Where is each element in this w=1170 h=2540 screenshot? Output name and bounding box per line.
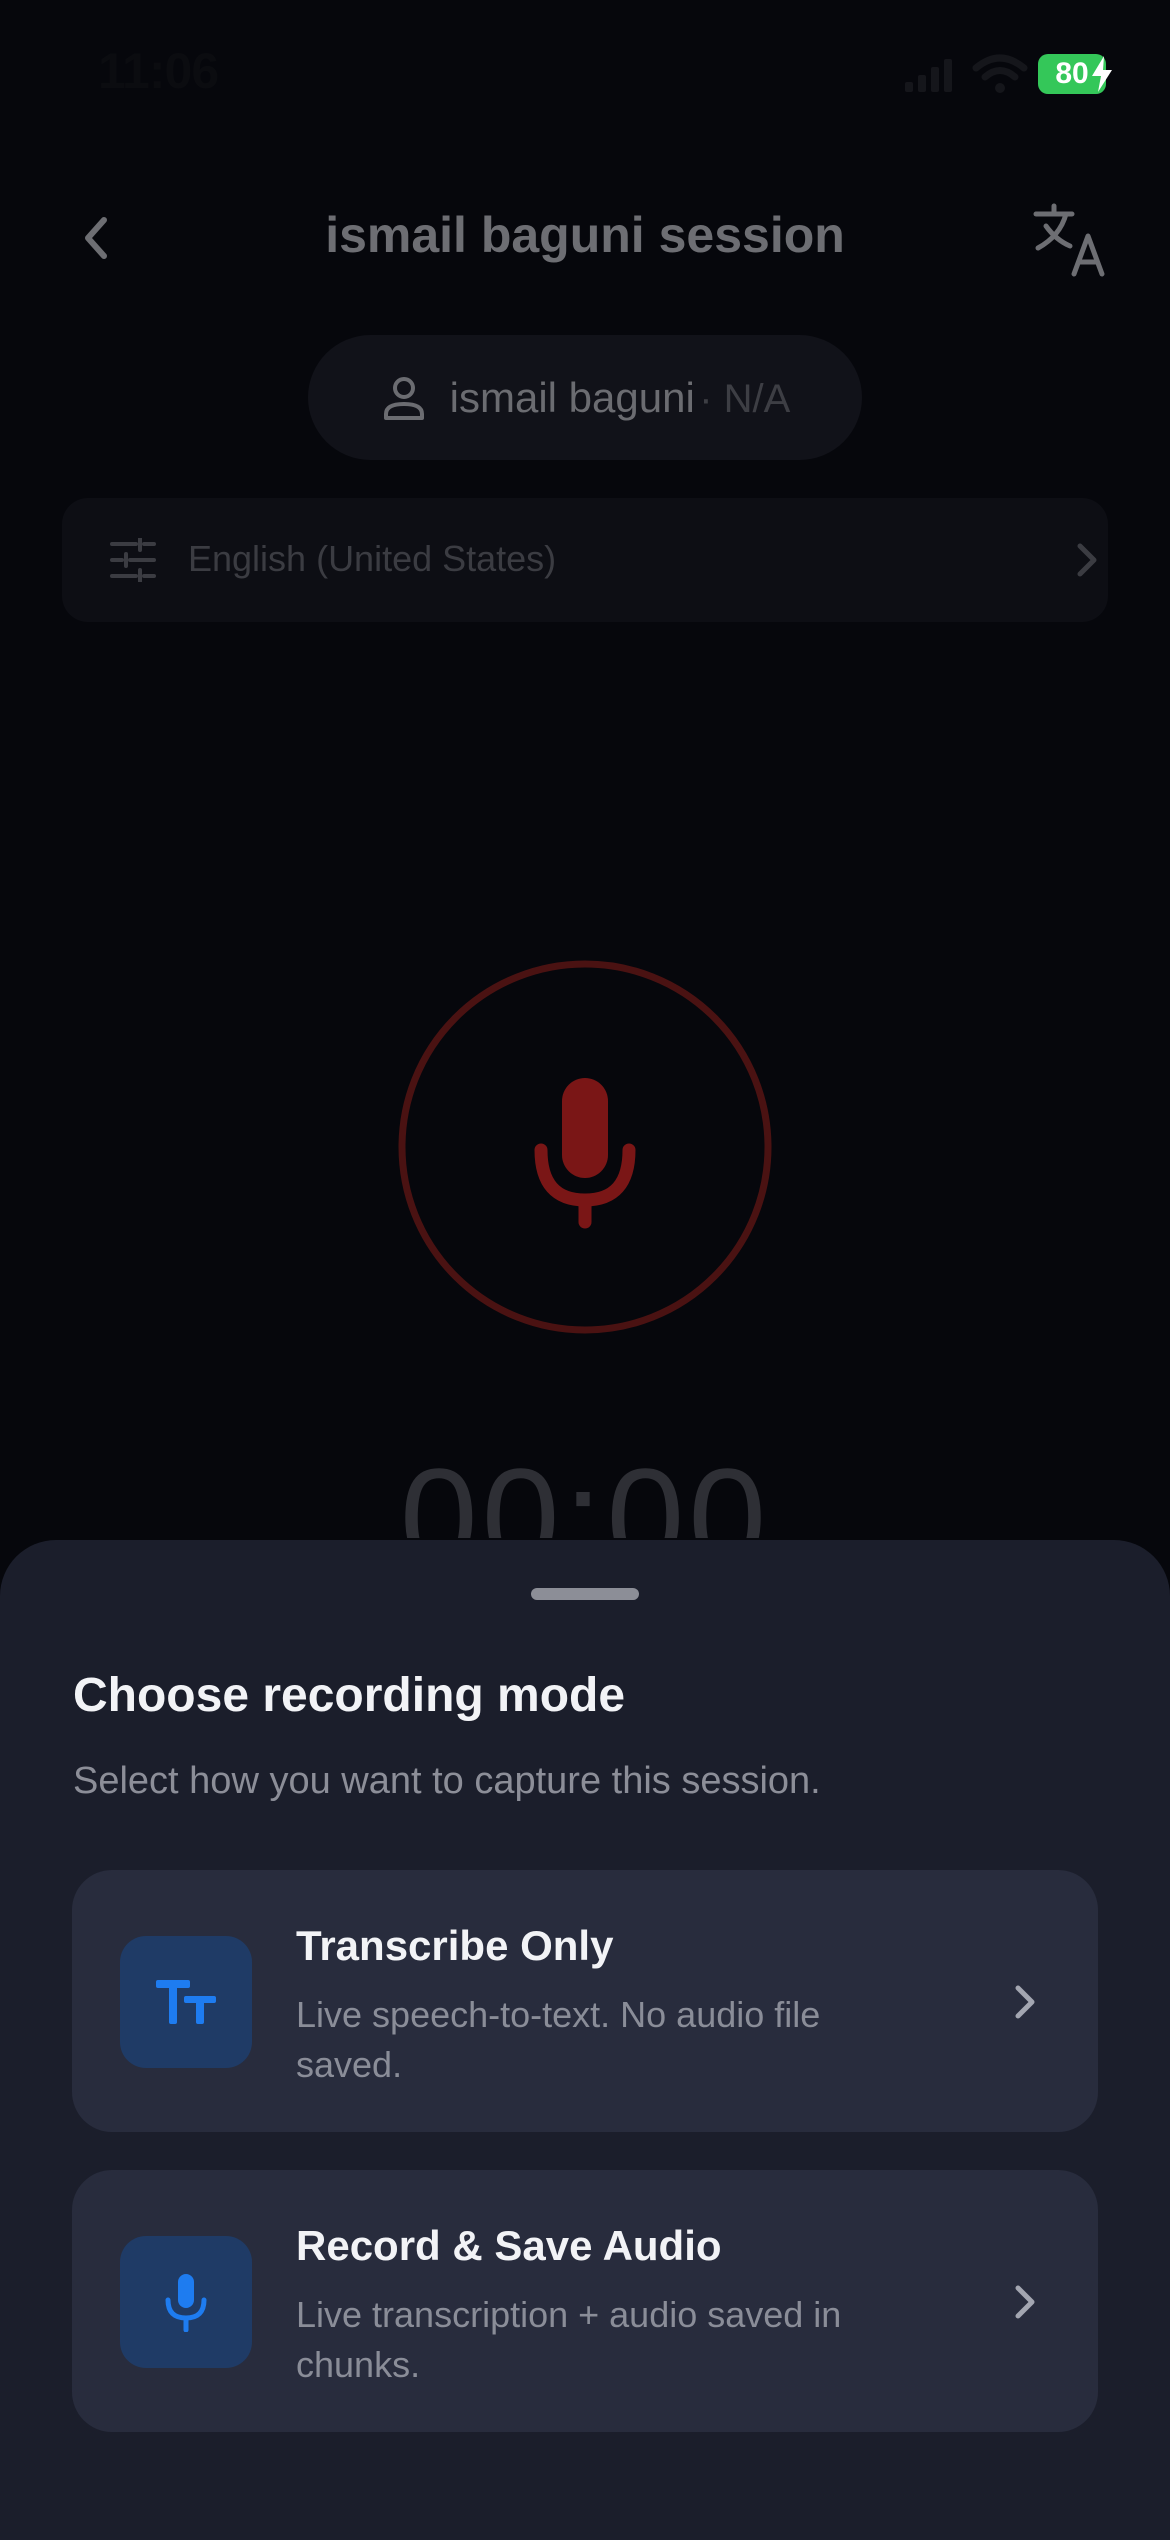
cellular-signal-icon bbox=[905, 59, 952, 92]
client-meta: · N/A bbox=[699, 376, 791, 421]
sheet-drag-handle[interactable] bbox=[531, 1588, 639, 1600]
microphone-icon bbox=[165, 2274, 207, 2332]
page-title: ismail baguni session bbox=[325, 207, 845, 263]
option-transcribe-only[interactable]: Transcribe Only Live speech-to-text. No … bbox=[72, 1870, 1098, 2132]
sheet-title: Choose recording mode bbox=[73, 1669, 626, 1722]
record-mic-button[interactable] bbox=[398, 960, 772, 1334]
status-time: 11:06 bbox=[98, 43, 219, 99]
language-selector[interactable]: English (United States) bbox=[62, 498, 1108, 622]
language-label: English (United States) bbox=[188, 538, 557, 579]
chevron-right-icon bbox=[1015, 2285, 1035, 2319]
option-title: Record & Save Audio bbox=[296, 2222, 722, 2269]
status-bar: 11:06 80 bbox=[0, 0, 1170, 150]
option-record-save-audio[interactable]: Record & Save Audio Live transcription +… bbox=[72, 2170, 1098, 2432]
chevron-right-icon bbox=[1077, 543, 1097, 577]
option-title: Transcribe Only bbox=[296, 1922, 614, 1969]
option-description: Live transcription + audio saved in chun… bbox=[296, 2294, 842, 2385]
tune-sliders-icon bbox=[110, 538, 156, 582]
back-chevron-icon[interactable] bbox=[68, 208, 128, 268]
recording-mode-sheet: Choose recording mode Select how you wan… bbox=[0, 1540, 1170, 2540]
wifi-icon bbox=[972, 54, 1028, 93]
option-icon-box bbox=[120, 1936, 252, 2068]
text-size-icon bbox=[156, 1980, 216, 2024]
client-chip[interactable]: ismail baguni · N/A bbox=[308, 335, 862, 460]
charging-bolt-icon bbox=[1092, 56, 1112, 92]
microphone-icon bbox=[534, 1078, 636, 1229]
client-name: ismail baguni bbox=[449, 373, 695, 421]
option-description: Live speech-to-text. No audio file saved… bbox=[296, 1994, 821, 2085]
sheet-subtitle: Select how you want to capture this sess… bbox=[73, 1760, 821, 1802]
chevron-right-icon bbox=[1015, 1985, 1035, 2019]
option-icon-box bbox=[120, 2236, 252, 2368]
person-icon bbox=[383, 376, 424, 420]
recording-timer: 00:00 bbox=[399, 1448, 771, 1538]
translate-icon[interactable] bbox=[1030, 200, 1110, 280]
